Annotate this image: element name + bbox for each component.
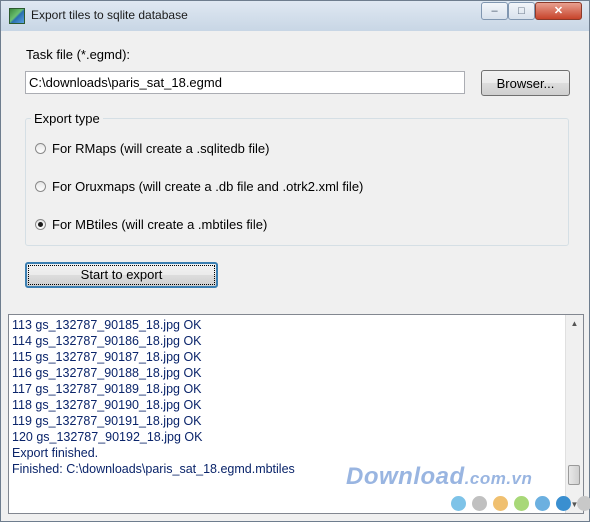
watermark-main: Download	[346, 463, 465, 490]
log-line: 113 gs_132787_90185_18.jpg OK	[12, 318, 202, 332]
log-line: 114 gs_132787_90186_18.jpg OK	[12, 334, 202, 348]
radio-option-rmaps[interactable]: For RMaps (will create a .sqlitedb file)	[35, 140, 269, 156]
browse-button[interactable]: Browser...	[481, 70, 570, 96]
radio-button-mbtiles[interactable]	[35, 218, 46, 230]
watermark-dot	[514, 496, 529, 511]
watermark-dot	[535, 496, 550, 511]
log-line: 119 gs_132787_90191_18.jpg OK	[12, 414, 202, 428]
watermark-logo: Download.com.vn	[346, 463, 532, 491]
radio-option-mbtiles[interactable]: For MBtiles (will create a .mbtiles file…	[35, 216, 267, 232]
log-lines: 113 gs_132787_90185_18.jpg OK 114 gs_132…	[12, 317, 295, 477]
radio-label-oruxmaps: For Oruxmaps (will create a .db file and…	[52, 178, 364, 194]
log-line: 120 gs_132787_90192_18.jpg OK	[12, 430, 203, 444]
watermark-dots	[451, 496, 590, 511]
task-file-input[interactable]	[25, 71, 465, 94]
chevron-up-icon[interactable]: ▲	[566, 315, 583, 332]
export-type-title: Export type	[31, 111, 103, 126]
watermark-dot	[556, 496, 571, 511]
log-line: Export finished.	[12, 446, 99, 460]
map-export-icon	[9, 8, 25, 24]
radio-button-rmaps[interactable]	[35, 142, 46, 154]
minimize-button[interactable]: –	[481, 2, 508, 20]
start-export-button[interactable]: Start to export	[25, 262, 218, 288]
task-file-label: Task file (*.egmd):	[26, 47, 131, 62]
log-line: 116 gs_132787_90188_18.jpg OK	[12, 366, 202, 380]
log-line: 117 gs_132787_90189_18.jpg OK	[12, 382, 202, 396]
log-line: 115 gs_132787_90187_18.jpg OK	[12, 350, 202, 364]
log-line: Finished: C:\downloads\paris_sat_18.egmd…	[12, 462, 295, 476]
watermark-tld: .com.vn	[464, 469, 533, 488]
log-line: 118 gs_132787_90190_18.jpg OK	[12, 398, 202, 412]
watermark-dot	[493, 496, 508, 511]
title-bar[interactable]: Export tiles to sqlite database – □ ✕	[1, 1, 589, 31]
radio-label-rmaps: For RMaps (will create a .sqlitedb file)	[52, 140, 270, 156]
export-dialog: Export tiles to sqlite database – □ ✕ Ta…	[0, 0, 590, 522]
maximize-button[interactable]: □	[508, 2, 535, 20]
start-export-label: Start to export	[28, 265, 215, 285]
radio-label-mbtiles: For MBtiles (will create a .mbtiles file…	[52, 216, 268, 232]
watermark-dot	[451, 496, 466, 511]
scrollbar-thumb[interactable]	[568, 465, 580, 485]
radio-button-oruxmaps[interactable]	[35, 180, 46, 192]
watermark-dot	[577, 496, 590, 511]
radio-option-oruxmaps[interactable]: For Oruxmaps (will create a .db file and…	[35, 178, 363, 194]
vertical-scrollbar[interactable]: ▲ ▼	[565, 315, 583, 513]
window-title: Export tiles to sqlite database	[31, 8, 188, 22]
watermark-dot	[472, 496, 487, 511]
close-button[interactable]: ✕	[535, 2, 582, 20]
